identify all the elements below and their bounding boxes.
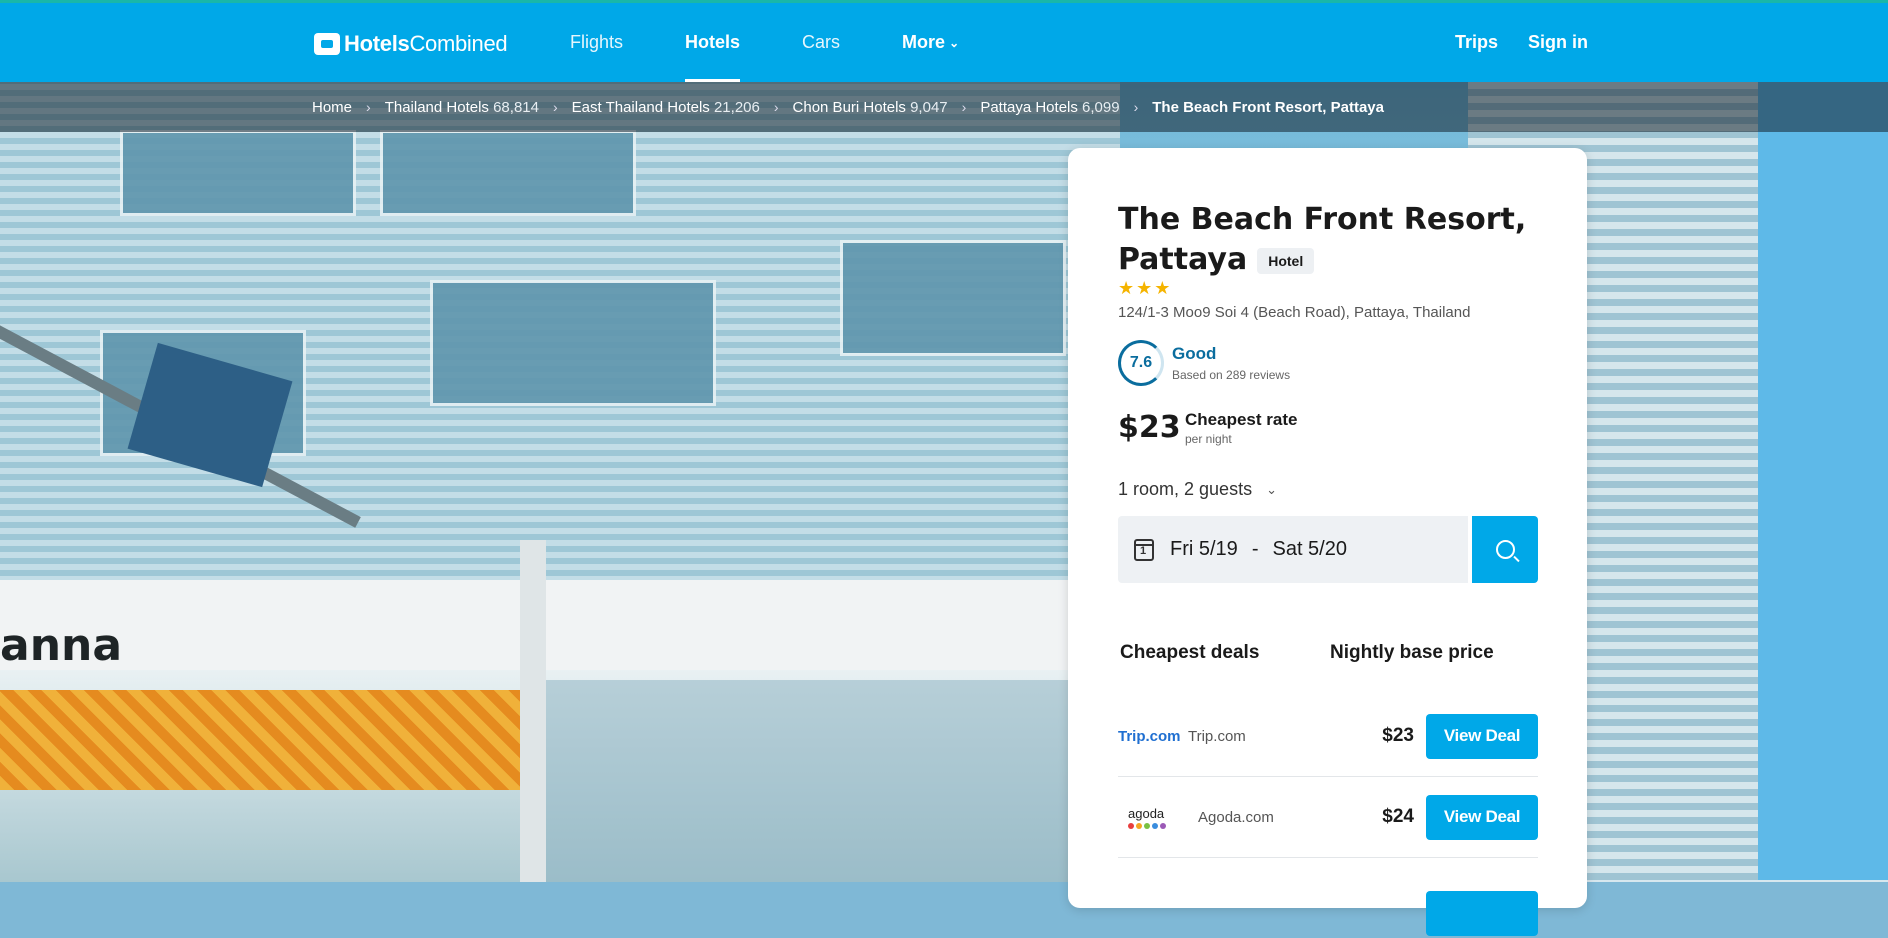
breadcrumb-pattaya[interactable]: Pattaya Hotels 6,099 [980, 99, 1119, 116]
building-window [430, 280, 716, 406]
view-deal-button[interactable]: View Deal [1426, 713, 1538, 759]
cheapest-rate-label: Cheapest rate [1185, 410, 1298, 429]
guests-selector[interactable]: 1 room, 2 guests ⌄ [1118, 479, 1277, 500]
breadcrumb-label: East Thailand Hotels [571, 98, 710, 116]
sky [1758, 80, 1888, 880]
search-icon [1495, 540, 1515, 559]
chevron-right-icon: › [552, 99, 558, 115]
logo-text-rest: Combined [409, 31, 508, 56]
breadcrumb-chon-buri[interactable]: Chon Buri Hotels 9,047 [793, 99, 948, 116]
date-separator: - [1251, 538, 1259, 560]
deal-row: agoda Agoda.com $24 View Deal [1118, 777, 1538, 858]
breadcrumb-current: The Beach Front Resort, Pattaya [1152, 98, 1384, 116]
agoda-logo: agoda [1118, 806, 1198, 829]
breadcrumb-label: Chon Buri Hotels [792, 98, 906, 116]
hotel-title: The Beach Front Resort, Pattaya Hotel [1118, 200, 1558, 280]
breadcrumb-count: 21,206 [713, 98, 760, 116]
hotel-hero-photo: anna [0, 0, 1888, 882]
bear-logo-icon [314, 33, 340, 55]
star-rating: ★★★ [1118, 278, 1173, 298]
hotel-address: 124/1-3 Moo9 Soi 4 (Beach Road), Pattaya… [1118, 304, 1471, 321]
building-slab [0, 580, 1100, 670]
deal-provider-name: Agoda.com [1198, 808, 1274, 826]
shop-glass [540, 680, 1100, 882]
hotelscombined-logo[interactable]: Hotels Combined [314, 31, 508, 57]
breadcrumb-count: 6,099 [1082, 98, 1120, 116]
nav-hotels[interactable]: Hotels [685, 3, 741, 82]
breadcrumb-count: 9,047 [910, 98, 948, 116]
hotel-summary-card: The Beach Front Resort, Pattaya Hotel ★★★… [1068, 148, 1587, 936]
review-score-ring: 7.6 [1118, 340, 1164, 386]
breadcrumb-home[interactable]: Home [312, 99, 352, 116]
check-in-date: Fri 5/19 [1170, 538, 1238, 560]
hotel-name: The Beach Front Resort, Pattaya [1118, 202, 1527, 277]
check-out-date: Sat 5/20 [1272, 538, 1347, 560]
deal-row: Trip.com Trip.com $23 View Deal [1118, 696, 1538, 777]
nav-more-label: More [902, 32, 946, 52]
nav-cars[interactable]: Cars [802, 3, 840, 82]
chevron-right-icon: › [773, 99, 779, 115]
top-navbar: Hotels Combined Flights Hotels Cars More ⌄… [0, 3, 1888, 82]
utility-pole [520, 540, 546, 882]
deal-price: $24 [1382, 806, 1414, 827]
guests-value: 1 room, 2 guests [1118, 479, 1253, 499]
breadcrumb-count: 68,814 [493, 98, 539, 116]
chevron-right-icon: › [366, 99, 371, 115]
building-window [120, 130, 356, 216]
tripcom-logo: Trip.com [1118, 727, 1181, 745]
nav-flights[interactable]: Flights [570, 3, 623, 82]
trips-link[interactable]: Trips [1455, 32, 1498, 53]
deal-price: $23 [1382, 725, 1414, 746]
breadcrumb-label: Pattaya Hotels [980, 98, 1078, 116]
shop-sign-text: anna [0, 620, 123, 671]
review-count: Based on 289 reviews [1172, 368, 1291, 382]
chevron-down-icon: ⌄ [1266, 481, 1277, 497]
logo-text-bold: Hotels [344, 31, 410, 56]
breadcrumb-bar: Home › Thailand Hotels 68,814 › East Tha… [0, 82, 1888, 132]
rating-word[interactable]: Good [1172, 344, 1216, 364]
cheapest-deals-heading: Cheapest deals [1120, 642, 1260, 663]
main-nav: Flights Hotels Cars More ⌄ [570, 3, 1021, 82]
nav-right: Trips Sign in [1425, 3, 1588, 82]
building-window [380, 130, 636, 216]
chevron-right-icon: › [961, 99, 967, 115]
breadcrumb-east-thailand[interactable]: East Thailand Hotels 21,206 [572, 99, 760, 116]
agoda-dots-icon [1128, 822, 1198, 829]
hotel-type-badge: Hotel [1257, 247, 1315, 274]
per-night-label: per night [1185, 432, 1232, 446]
view-deal-button[interactable] [1426, 890, 1538, 936]
view-deal-button[interactable]: View Deal [1426, 794, 1538, 840]
sign-in-link[interactable]: Sign in [1528, 32, 1588, 53]
building-window [840, 240, 1066, 356]
chevron-right-icon: › [1133, 99, 1139, 115]
breadcrumb-thailand[interactable]: Thailand Hotels 68,814 [385, 99, 539, 116]
breadcrumb: Home › Thailand Hotels 68,814 › East Tha… [312, 82, 1384, 132]
deal-row-partial [1118, 858, 1538, 938]
cheapest-price: $23 [1118, 410, 1181, 445]
breadcrumb-label: Thailand Hotels [384, 98, 489, 116]
chevron-down-icon: ⌄ [949, 35, 960, 50]
agoda-logo-text: agoda [1128, 805, 1165, 821]
nav-more[interactable]: More ⌄ [902, 3, 959, 82]
deal-provider-name: Trip.com [1188, 727, 1246, 745]
date-range-picker[interactable]: Fri 5/19 - Sat 5/20 [1118, 516, 1468, 583]
search-button[interactable] [1472, 516, 1538, 583]
shop-awning [0, 690, 520, 790]
nightly-price-heading: Nightly base price [1330, 642, 1494, 663]
calendar-icon [1134, 538, 1154, 561]
